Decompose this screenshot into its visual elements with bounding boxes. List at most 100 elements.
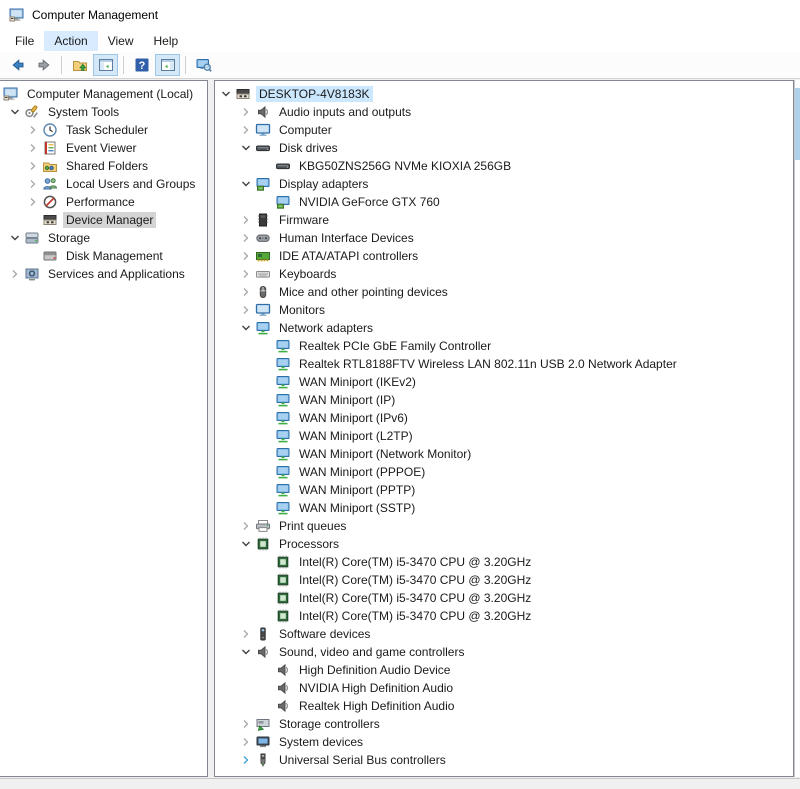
- chevron-collapsed-icon[interactable]: [24, 158, 42, 174]
- tree-item[interactable]: Local Users and Groups: [0, 175, 207, 193]
- tree-item[interactable]: Firmware: [215, 211, 793, 229]
- tree-item[interactable]: Monitors: [215, 301, 793, 319]
- chevron-expanded-icon[interactable]: [237, 644, 255, 660]
- chevron-collapsed-icon[interactable]: [237, 266, 255, 282]
- tree-item[interactable]: System devices: [215, 733, 793, 751]
- help-button[interactable]: ?: [129, 54, 154, 76]
- tree-item[interactable]: High Definition Audio Device: [215, 661, 793, 679]
- chevron-placeholder: [257, 392, 275, 408]
- chevron-collapsed-icon[interactable]: [237, 248, 255, 264]
- tree-item[interactable]: Network adapters: [215, 319, 793, 337]
- tree-item[interactable]: Computer: [215, 121, 793, 139]
- computer-management-icon: [3, 86, 19, 102]
- tree-item[interactable]: Performance: [0, 193, 207, 211]
- up-one-level-button[interactable]: [67, 54, 92, 76]
- chevron-collapsed-icon[interactable]: [24, 122, 42, 138]
- tree-item[interactable]: KBG50ZNS256G NVMe KIOXIA 256GB: [215, 157, 793, 175]
- chevron-placeholder: [257, 698, 275, 714]
- chevron-expanded-icon[interactable]: [6, 230, 24, 246]
- tree-item[interactable]: Intel(R) Core(TM) i5-3470 CPU @ 3.20GHz: [215, 589, 793, 607]
- scan-hardware-button[interactable]: [191, 54, 216, 76]
- tree-item[interactable]: Print queues: [215, 517, 793, 535]
- chevron-collapsed-icon[interactable]: [237, 212, 255, 228]
- tree-item[interactable]: Task Scheduler: [0, 121, 207, 139]
- back-button[interactable]: [5, 54, 30, 76]
- tree-item[interactable]: WAN Miniport (IKEv2): [215, 373, 793, 391]
- tree-item[interactable]: WAN Miniport (L2TP): [215, 427, 793, 445]
- menu-item-file[interactable]: File: [5, 31, 44, 51]
- tree-item[interactable]: Processors: [215, 535, 793, 553]
- chevron-collapsed-icon[interactable]: [237, 626, 255, 642]
- chevron-collapsed-icon[interactable]: [24, 176, 42, 192]
- tree-item[interactable]: Audio inputs and outputs: [215, 103, 793, 121]
- tree-item[interactable]: DESKTOP-4V8183K: [215, 85, 793, 103]
- menu-item-help[interactable]: Help: [144, 31, 189, 51]
- tree-item-label: Processors: [276, 536, 342, 552]
- tree-item[interactable]: Storage: [0, 229, 207, 247]
- chevron-collapsed-icon[interactable]: [6, 266, 24, 282]
- tree-item[interactable]: Mice and other pointing devices: [215, 283, 793, 301]
- tree-item[interactable]: IDE ATA/ATAPI controllers: [215, 247, 793, 265]
- usb-icon: [255, 752, 271, 768]
- tree-item[interactable]: NVIDIA High Definition Audio: [215, 679, 793, 697]
- tree-item-label: Display adapters: [276, 176, 371, 192]
- chevron-collapsed-icon[interactable]: [237, 518, 255, 534]
- tree-item[interactable]: Intel(R) Core(TM) i5-3470 CPU @ 3.20GHz: [215, 571, 793, 589]
- tree-item[interactable]: Disk Management: [0, 247, 207, 265]
- tree-item[interactable]: NVIDIA GeForce GTX 760: [215, 193, 793, 211]
- tree-item[interactable]: WAN Miniport (IP): [215, 391, 793, 409]
- scrollbar-thumb[interactable]: [795, 88, 800, 160]
- chevron-collapsed-icon[interactable]: [237, 104, 255, 120]
- chevron-collapsed-icon[interactable]: [237, 302, 255, 318]
- tree-item[interactable]: Keyboards: [215, 265, 793, 283]
- action-pane-toggle-button[interactable]: [155, 54, 180, 76]
- tree-item[interactable]: Intel(R) Core(TM) i5-3470 CPU @ 3.20GHz: [215, 607, 793, 625]
- tree-item[interactable]: WAN Miniport (Network Monitor): [215, 445, 793, 463]
- chevron-collapsed-icon[interactable]: [237, 716, 255, 732]
- tree-item[interactable]: Universal Serial Bus controllers: [215, 751, 793, 769]
- tree-item[interactable]: Human Interface Devices: [215, 229, 793, 247]
- tree-item[interactable]: Device Manager: [0, 211, 207, 229]
- chevron-expanded-icon[interactable]: [237, 176, 255, 192]
- tree-item[interactable]: Sound, video and game controllers: [215, 643, 793, 661]
- tree-item[interactable]: WAN Miniport (PPPOE): [215, 463, 793, 481]
- tree-item[interactable]: Event Viewer: [0, 139, 207, 157]
- tree-item[interactable]: WAN Miniport (SSTP): [215, 499, 793, 517]
- tree-item[interactable]: Realtek High Definition Audio: [215, 697, 793, 715]
- console-tree-toggle-button[interactable]: [93, 54, 118, 76]
- chevron-collapsed-icon[interactable]: [24, 194, 42, 210]
- chevron-expanded-icon[interactable]: [237, 536, 255, 552]
- tree-item-label: Human Interface Devices: [276, 230, 417, 246]
- chevron-collapsed-icon[interactable]: [237, 122, 255, 138]
- tree-item[interactable]: Display adapters: [215, 175, 793, 193]
- tree-item[interactable]: Services and Applications: [0, 265, 207, 283]
- disk-drive-icon: [255, 140, 271, 156]
- chevron-expanded-icon[interactable]: [237, 140, 255, 156]
- tree-item[interactable]: Storage controllers: [215, 715, 793, 733]
- chevron-expanded-icon[interactable]: [237, 320, 255, 336]
- tree-item[interactable]: Disk drives: [215, 139, 793, 157]
- chevron-placeholder: [257, 428, 275, 444]
- tree-item[interactable]: WAN Miniport (PPTP): [215, 481, 793, 499]
- tree-item[interactable]: Realtek RTL8188FTV Wireless LAN 802.11n …: [215, 355, 793, 373]
- menu-item-action[interactable]: Action: [44, 31, 97, 51]
- menu-item-view[interactable]: View: [98, 31, 144, 51]
- processor-icon: [275, 608, 291, 624]
- tree-item[interactable]: Realtek PCIe GbE Family Controller: [215, 337, 793, 355]
- tree-item[interactable]: Software devices: [215, 625, 793, 643]
- tree-item-label: Audio inputs and outputs: [276, 104, 414, 120]
- chevron-collapsed-icon[interactable]: [237, 752, 255, 768]
- chevron-collapsed-icon[interactable]: [237, 284, 255, 300]
- chevron-expanded-icon[interactable]: [6, 104, 24, 120]
- tree-item[interactable]: Intel(R) Core(TM) i5-3470 CPU @ 3.20GHz: [215, 553, 793, 571]
- tree-item[interactable]: WAN Miniport (IPv6): [215, 409, 793, 427]
- tree-item[interactable]: Computer Management (Local): [0, 85, 207, 103]
- forward-button[interactable]: [31, 54, 56, 76]
- tree-item-label: Intel(R) Core(TM) i5-3470 CPU @ 3.20GHz: [296, 590, 534, 606]
- tree-item[interactable]: System Tools: [0, 103, 207, 121]
- chevron-collapsed-icon[interactable]: [237, 734, 255, 750]
- chevron-collapsed-icon[interactable]: [237, 230, 255, 246]
- chevron-expanded-icon[interactable]: [217, 86, 235, 102]
- chevron-collapsed-icon[interactable]: [24, 140, 42, 156]
- tree-item[interactable]: Shared Folders: [0, 157, 207, 175]
